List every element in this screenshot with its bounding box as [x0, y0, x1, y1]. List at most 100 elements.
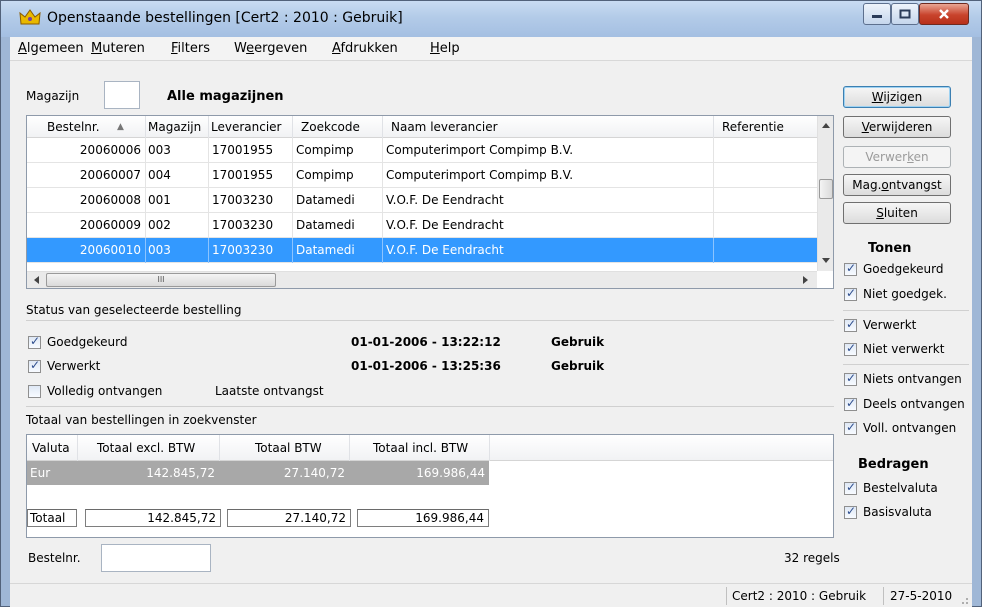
niet-verwerkt-filter-label: Niet verwerkt	[863, 342, 945, 356]
total-incl-cell: 169.986,44	[357, 509, 489, 527]
basisvaluta-checkbox[interactable]	[844, 504, 857, 519]
row-count: 32 regels	[784, 551, 840, 565]
cell-naam: Computerimport Compimp B.V.	[386, 168, 574, 182]
cell-magazijn: 003	[148, 243, 171, 257]
table-row[interactable]: 20060008 001 17003230 Datamedi V.O.F. De…	[27, 188, 817, 213]
col-totaal-excl: Totaal excl. BTW	[97, 441, 196, 455]
mag-ontvangst-button[interactable]: Mag.ontvangst	[843, 174, 951, 196]
horizontal-scroll-thumb[interactable]: III	[46, 273, 276, 287]
cell-naam: V.O.F. De Eendracht	[386, 243, 504, 257]
cell-bestelnr: 20060007	[79, 168, 141, 182]
bestelnr-label: Bestelnr.	[28, 551, 81, 565]
title-bar[interactable]: Openstaande bestellingen [Cert2 : 2010 :…	[1, 1, 981, 37]
laatste-ontvangst-label: Laatste ontvangst	[215, 384, 324, 398]
table-row[interactable]: 20060009 002 17003230 Datamedi V.O.F. De…	[27, 213, 817, 238]
sluiten-button[interactable]: Sluiten	[843, 202, 951, 224]
niet-goedgekeurd-filter-label: Niet goedgek.	[863, 287, 947, 301]
col-referentie[interactable]: Referentie	[722, 120, 784, 134]
bestelvaluta-checkbox[interactable]	[844, 480, 857, 495]
currency-row: Eur 142.845,72 27.140,72 169.986,44	[27, 461, 489, 485]
verwijderen-button[interactable]: Verwijderen	[843, 116, 951, 138]
menu-weergeven[interactable]: Weergeven	[234, 41, 307, 56]
table-row[interactable]: 20060007 004 17001955 Compimp Computerim…	[27, 163, 817, 188]
cell-bestelnr: 20060010	[79, 243, 141, 257]
close-icon	[939, 9, 949, 19]
resize-grip-icon[interactable]	[958, 594, 969, 605]
wijzigen-button[interactable]: Wijzigen	[843, 86, 951, 108]
scroll-down-icon[interactable]	[822, 258, 830, 264]
goedgekeurd-date: 01-01-2006 - 13:22:12	[351, 335, 501, 349]
magazijn-input[interactable]	[104, 81, 140, 109]
cell-bestelnr: 20060006	[79, 143, 141, 157]
crown-icon	[19, 9, 41, 25]
voll-ontvangen-filter-checkbox[interactable]	[844, 420, 857, 435]
menu-algemeen[interactable]: Algemeen	[18, 41, 84, 56]
verwerkt-label: Verwerkt	[47, 359, 101, 373]
menu-afdrukken[interactable]: Afdrukken	[332, 41, 398, 56]
niet-goedgekeurd-filter-checkbox[interactable]	[844, 286, 857, 301]
scroll-up-icon[interactable]	[822, 122, 830, 128]
col-zoekcode[interactable]: Zoekcode	[301, 120, 360, 134]
col-valuta: Valuta	[32, 441, 70, 455]
cell-zoekcode: Compimp	[296, 143, 354, 157]
valuta-cell: Eur	[30, 466, 51, 480]
btw-cell: 27.140,72	[283, 466, 345, 480]
table-row[interactable]: 20060006 003 17001955 Compimp Computerim…	[27, 138, 817, 163]
verwerkt-filter-checkbox[interactable]	[844, 317, 857, 332]
totals-table: Valuta Totaal excl. BTW Totaal BTW Totaa…	[26, 434, 834, 538]
vertical-scroll-thumb[interactable]	[819, 179, 833, 199]
maximize-button[interactable]	[891, 3, 919, 25]
deels-ontvangen-filter-checkbox[interactable]	[844, 396, 857, 411]
volledig-ontvangen-checkbox[interactable]	[28, 385, 41, 398]
total-excl-cell: 142.845,72	[85, 509, 221, 527]
excl-cell: 142.845,72	[146, 466, 215, 480]
basisvaluta-label: Basisvaluta	[863, 505, 932, 519]
maximize-icon	[899, 9, 911, 19]
col-leverancier[interactable]: Leverancier	[211, 120, 281, 134]
total-btw-cell: 27.140,72	[227, 509, 351, 527]
menu-help[interactable]: Help	[430, 41, 460, 56]
col-bestelnr[interactable]: Bestelnr.	[47, 120, 100, 134]
niets-ontvangen-filter-checkbox[interactable]	[844, 371, 857, 386]
goedgekeurd-filter-checkbox[interactable]	[844, 261, 857, 276]
horizontal-scrollbar[interactable]: III	[27, 271, 817, 288]
col-totaal-incl: Totaal incl. BTW	[373, 441, 469, 455]
status-bar: Cert2 : 2010 : Gebruik 27-5-2010	[10, 583, 972, 607]
menu-muteren[interactable]: Muteren	[91, 41, 145, 56]
volledig-ontvangen-label: Volledig ontvangen	[47, 384, 163, 398]
cell-magazijn: 002	[148, 218, 171, 232]
verwerkt-user: Gebruik	[551, 359, 605, 373]
cell-leverancier: 17001955	[212, 168, 274, 182]
voll-ontvangen-filter-label: Voll. ontvangen	[863, 421, 957, 435]
cell-magazijn: 004	[148, 168, 171, 182]
cell-leverancier: 17003230	[212, 193, 274, 207]
verwerkt-checkbox[interactable]	[28, 358, 41, 373]
table-row-selected[interactable]: 20060010 003 17003230 Datamedi V.O.F. De…	[27, 238, 817, 263]
magazijn-label: Magazijn	[26, 89, 80, 103]
cell-bestelnr: 20060009	[79, 218, 141, 232]
bestelnr-input[interactable]	[101, 544, 211, 572]
deels-ontvangen-filter-label: Deels ontvangen	[863, 397, 965, 411]
scroll-left-icon[interactable]	[33, 276, 39, 284]
bestelvaluta-label: Bestelvaluta	[863, 481, 938, 495]
verwerken-button[interactable]: Verwerken	[843, 146, 951, 168]
col-naam-leverancier[interactable]: Naam leverancier	[391, 120, 498, 134]
menu-bar: Algemeen Muteren Filters Weergeven Afdru…	[10, 37, 972, 61]
status-context: Cert2 : 2010 : Gebruik	[732, 589, 867, 603]
cell-leverancier: 17001955	[212, 143, 274, 157]
orders-table[interactable]: Bestelnr. ▲ Magazijn Leverancier Zoekcod…	[26, 115, 834, 289]
totaal-heading: Totaal van bestellingen in zoekvenster	[26, 413, 257, 427]
menu-filters[interactable]: Filters	[171, 41, 210, 56]
scroll-right-icon[interactable]	[803, 276, 809, 284]
cell-zoekcode: Datamedi	[296, 218, 355, 232]
close-button[interactable]	[919, 3, 969, 25]
col-magazijn[interactable]: Magazijn	[148, 120, 201, 134]
goedgekeurd-checkbox[interactable]	[28, 334, 41, 349]
niet-verwerkt-filter-checkbox[interactable]	[844, 341, 857, 356]
goedgekeurd-label: Goedgekeurd	[47, 335, 128, 349]
minimize-button[interactable]	[863, 3, 891, 25]
tonen-heading: Tonen	[868, 241, 912, 256]
vertical-scrollbar[interactable]	[817, 116, 833, 271]
cell-leverancier: 17003230	[212, 218, 274, 232]
cell-naam: Computerimport Compimp B.V.	[386, 143, 574, 157]
